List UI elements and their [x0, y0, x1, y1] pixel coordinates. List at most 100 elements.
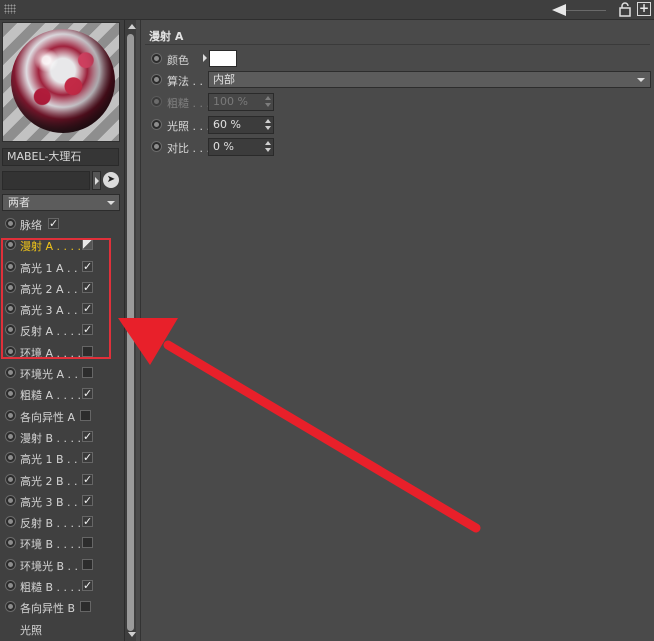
illumination-spin-icon[interactable] — [265, 119, 271, 131]
channel-enable-checkbox[interactable]: ✓ — [82, 516, 93, 528]
channel-radio[interactable] — [5, 516, 16, 528]
channel-item[interactable]: 环境光 A . . . — [0, 363, 124, 384]
material-preview[interactable] — [2, 22, 120, 142]
channel-item[interactable]: 各向异性 B — [0, 597, 124, 618]
channel-item[interactable]: 各向异性 A — [0, 406, 124, 427]
color-label: 颜色 — [167, 54, 189, 67]
channel-item[interactable]: 粗糙 B . . . . ✓ — [0, 576, 124, 597]
channel-item[interactable]: 反射 B . . . . ✓ — [0, 512, 124, 533]
algorithm-anim-radio[interactable] — [151, 74, 162, 85]
channel-label: 高光 2 B . . . — [20, 474, 85, 488]
channel-radio[interactable] — [5, 452, 16, 464]
channel-radio[interactable] — [5, 558, 16, 570]
channel-item[interactable]: 高光 3 B . . . ✓ — [0, 491, 124, 512]
material-name-field[interactable]: MABEL-大理石 — [2, 148, 119, 166]
channel-label: 漫射 A . . . . — [20, 240, 81, 254]
channel-item[interactable]: 光照 — [0, 619, 124, 640]
channel-radio[interactable] — [5, 218, 16, 229]
channel-radio[interactable] — [5, 303, 16, 315]
channel-label: 环境光 B . . . — [20, 559, 86, 573]
pointer-icon[interactable]: ➤ — [103, 172, 119, 188]
scroll-thumb[interactable] — [127, 34, 134, 631]
channel-item[interactable]: 高光 3 A . . . ✓ — [0, 299, 124, 320]
channel-radio[interactable] — [5, 473, 16, 485]
channel-item[interactable]: 漫射 A . . . . — [0, 235, 124, 256]
channel-enable-checkbox[interactable]: ✓ — [82, 324, 93, 336]
lock-icon[interactable] — [619, 2, 631, 17]
channel-filter-select[interactable]: 两者 — [2, 194, 120, 211]
contrast-spinner[interactable]: 0 % — [208, 138, 274, 156]
color-swatch[interactable] — [209, 50, 237, 67]
channel-search-input[interactable] — [2, 171, 90, 190]
channel-enable-checkbox[interactable] — [82, 345, 93, 357]
channel-enable-checkbox[interactable]: ✓ — [82, 494, 93, 506]
channel-item[interactable]: 高光 2 B . . . ✓ — [0, 470, 124, 491]
back-arrow-icon[interactable] — [552, 4, 566, 16]
channel-radio[interactable] — [5, 367, 16, 379]
channel-radio[interactable] — [5, 601, 16, 613]
channel-enable-checkbox[interactable]: ✓ — [82, 452, 93, 464]
illumination-anim-radio[interactable] — [151, 119, 162, 130]
illumination-value[interactable]: 60 % — [213, 118, 241, 131]
channel-label: 反射 B . . . . — [20, 517, 82, 531]
search-menu-button[interactable] — [92, 171, 101, 190]
channel-item[interactable]: 高光 1 B . . . ✓ — [0, 448, 124, 469]
channel-enable-checkbox[interactable] — [82, 558, 93, 570]
channel-enable-checkbox[interactable]: ✓ — [82, 473, 93, 485]
scroll-up-icon[interactable] — [128, 24, 136, 29]
channel-label: 各向异性 A — [20, 410, 76, 424]
channel-enable-checkbox[interactable] — [80, 601, 91, 613]
channel-label: 漫射 B . . . . — [20, 431, 82, 445]
channel-label: 粗糙 B . . . . — [20, 581, 82, 595]
new-panel-icon[interactable]: + — [637, 2, 651, 16]
channel-item[interactable]: 高光 1 A . . . ✓ — [0, 257, 124, 278]
channel-list: 脉络 ✓ 漫射 A . . . . 高光 1 A . . . ✓ 高光 2 A . . .… — [0, 214, 124, 640]
channel-item[interactable]: 环境光 B . . . — [0, 555, 124, 576]
channel-label: 反射 A . . . . — [20, 325, 81, 339]
illumination-spinner[interactable]: 60 % — [208, 116, 274, 134]
channel-enable-checkbox[interactable]: ✓ — [82, 388, 93, 400]
channel-label: 脉络 — [20, 219, 42, 232]
channel-enable-checkbox[interactable]: ✓ — [82, 580, 93, 592]
channel-enable-checkbox[interactable] — [82, 367, 93, 379]
channel-enable-checkbox[interactable] — [82, 537, 93, 549]
algorithm-select[interactable]: 内部 — [208, 71, 651, 88]
channel-enable-checkbox[interactable] — [82, 239, 93, 251]
channel-radio[interactable] — [5, 537, 16, 549]
channel-radio[interactable] — [5, 494, 16, 506]
channel-item[interactable]: 漫射 B . . . . ✓ — [0, 427, 124, 448]
channel-radio[interactable] — [5, 239, 16, 251]
channel-radio[interactable] — [5, 430, 16, 442]
channel-enable-checkbox[interactable]: ✓ — [48, 218, 59, 229]
channel-enable-checkbox[interactable]: ✓ — [82, 260, 93, 272]
channel-label: 环境 B . . . . — [20, 538, 82, 552]
channel-item[interactable]: 反射 A . . . . ✓ — [0, 320, 124, 341]
contrast-anim-radio[interactable] — [151, 141, 162, 152]
channel-radio[interactable] — [5, 580, 16, 592]
color-expand-icon[interactable] — [203, 54, 207, 62]
channel-enable-checkbox[interactable]: ✓ — [82, 430, 93, 442]
color-anim-radio[interactable] — [151, 53, 162, 64]
channel-enable-checkbox[interactable]: ✓ — [82, 303, 93, 315]
top-toolbar: + — [0, 0, 654, 20]
toolbar-separator — [566, 10, 606, 11]
channel-radio[interactable] — [5, 324, 16, 336]
channel-radio[interactable] — [5, 260, 16, 272]
contrast-spin-icon[interactable] — [265, 141, 271, 153]
grip-icon[interactable] — [4, 4, 16, 14]
contrast-value[interactable]: 0 % — [213, 140, 234, 153]
channel-enable-checkbox[interactable] — [80, 409, 91, 421]
channel-item[interactable]: 脉络 ✓ — [0, 214, 124, 235]
channel-item[interactable]: 粗糙 A . . . . ✓ — [0, 384, 124, 405]
channel-radio[interactable] — [5, 281, 16, 293]
sidebar-scrollbar[interactable] — [124, 20, 136, 641]
material-sidebar: MABEL-大理石 ➤ 两者 脉络 ✓ 漫射 A . . . . 高光 1 A . .… — [0, 20, 124, 641]
channel-item[interactable]: 环境 A . . . . — [0, 342, 124, 363]
channel-radio[interactable] — [5, 409, 16, 421]
channel-item[interactable]: 高光 2 A . . . ✓ — [0, 278, 124, 299]
channel-enable-checkbox[interactable]: ✓ — [82, 281, 93, 293]
channel-radio[interactable] — [5, 345, 16, 357]
scroll-down-icon[interactable] — [128, 632, 136, 637]
channel-radio[interactable] — [5, 388, 16, 400]
channel-item[interactable]: 环境 B . . . . — [0, 533, 124, 554]
